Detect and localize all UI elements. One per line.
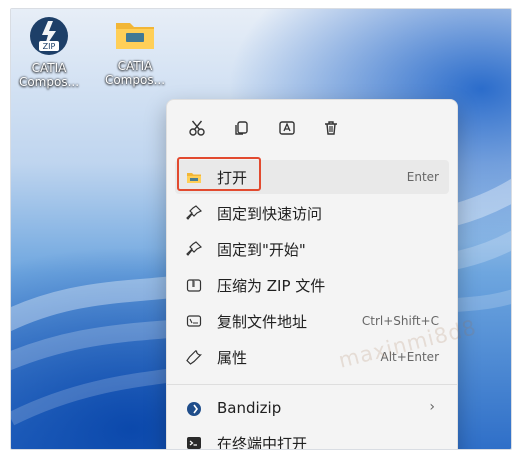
wrench-icon [185,348,203,366]
desktop-icon-catia-folder[interactable]: CATIA Compos... [97,15,173,87]
menu-item-bandizip[interactable]: Bandizip › [175,392,449,426]
menu-separator [167,384,457,385]
menu-item-label: 固定到"开始" [217,241,306,259]
desktop-icon-catia-zip[interactable]: ZIP CATIA Compos... [11,15,87,89]
desktop-screenshot-frame: ZIP CATIA Compos... CATIA Compos... 打开 E… [10,8,512,450]
zip-icon [185,276,203,294]
menu-item-compress-zip[interactable]: 压缩为 ZIP 文件 [175,268,449,302]
zip-archive-icon: ZIP [30,17,68,55]
path-icon [185,312,203,330]
folder-icon [116,23,154,49]
menu-item-label: 压缩为 ZIP 文件 [217,277,326,295]
cut-icon[interactable] [183,114,211,142]
desktop-icon-label: CATIA Compos... [18,61,80,89]
menu-item-accelerator: Enter [406,170,439,184]
delete-icon[interactable] [317,114,345,142]
chevron-right-icon: › [429,399,435,415]
menu-item-label: Bandizip [217,399,282,417]
svg-text:ZIP: ZIP [43,42,56,51]
menu-item-label: 属性 [217,349,248,367]
terminal-icon [185,434,203,449]
context-menu-toolbar [167,100,457,156]
pin-icon [185,240,203,258]
copy-icon[interactable] [227,114,255,142]
rename-icon[interactable] [273,114,301,142]
menu-item-open-terminal[interactable]: 在终端中打开 [175,426,449,450]
open-item-highlight-box [177,157,261,191]
bandizip-icon [185,400,203,418]
menu-item-label: 固定到快速访问 [217,205,323,223]
menu-item-label: 复制文件地址 [217,313,308,331]
desktop-icon-label: CATIA Compos... [104,59,166,87]
pin-icon [185,204,203,222]
context-menu: 打开 Enter 固定到快速访问 固定到"开始" 压缩为 ZIP 文件 复制文件… [166,99,479,450]
menu-item-label: 在终端中打开 [217,435,308,450]
menu-item-pin-start[interactable]: 固定到"开始" [175,232,449,266]
menu-item-pin-quick-access[interactable]: 固定到快速访问 [175,196,449,230]
